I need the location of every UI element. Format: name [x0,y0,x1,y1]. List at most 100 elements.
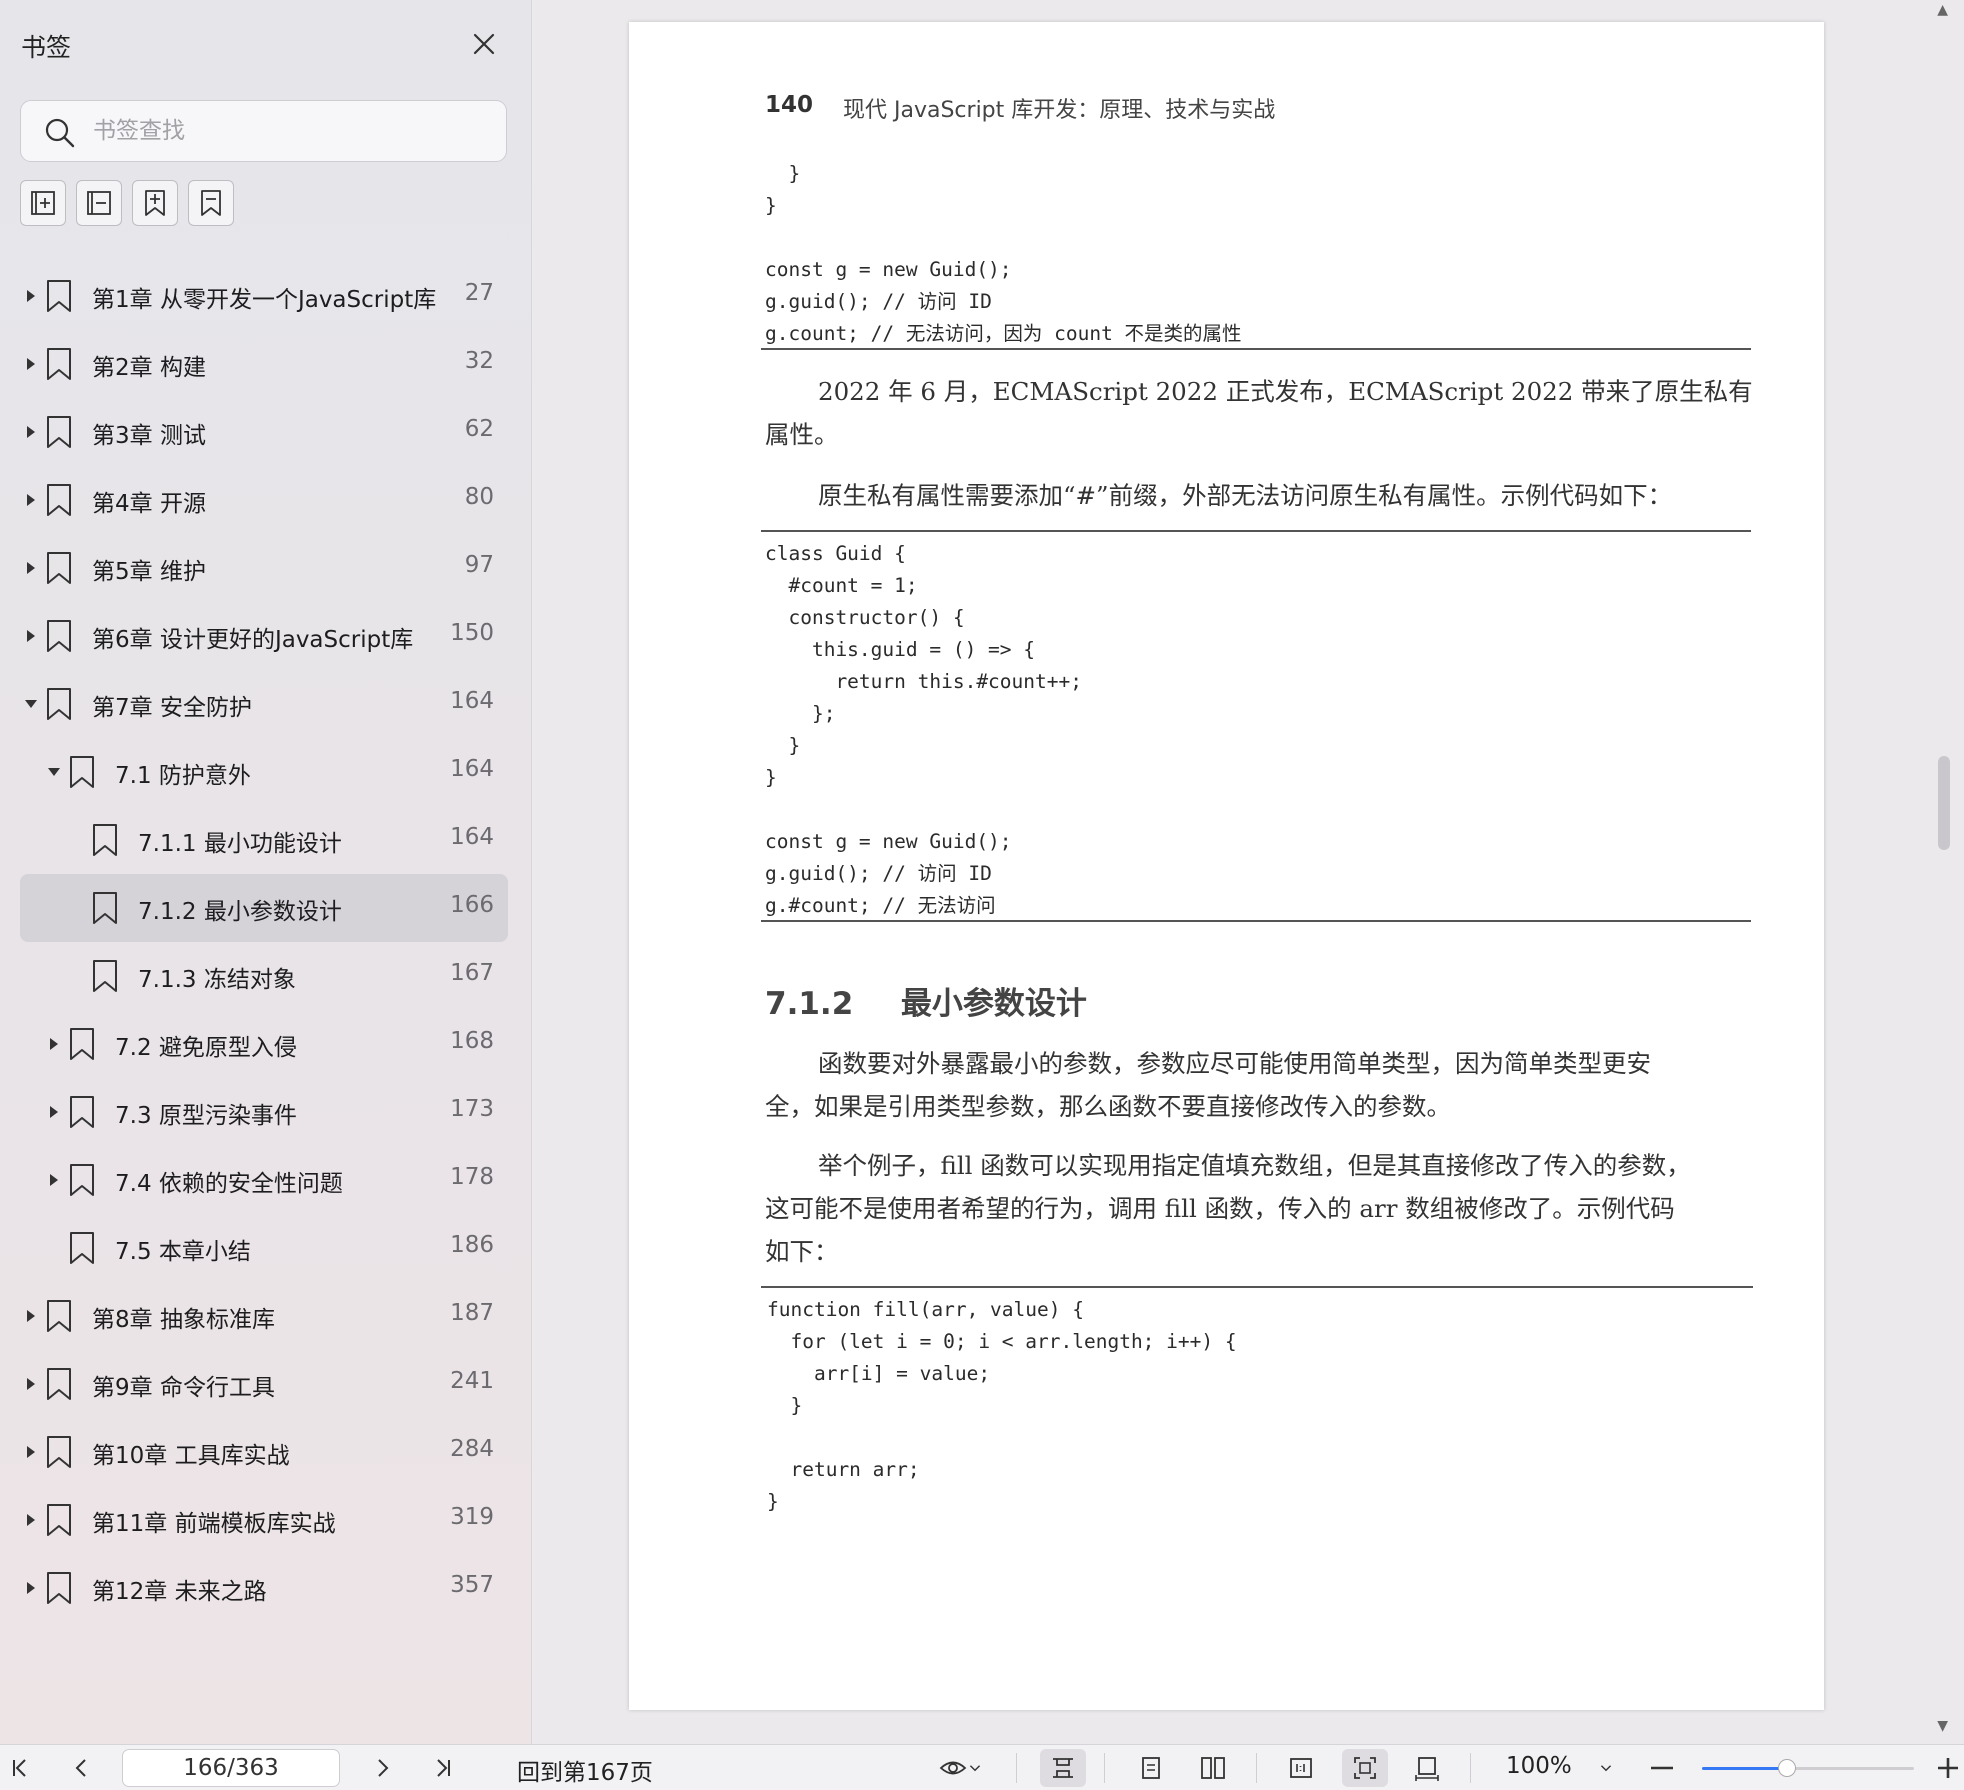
code-rule [761,920,1751,922]
bookmark-page-number: 97 [464,552,494,578]
bookmark-item[interactable]: 7.1.3 冻结对象 167 [20,942,508,1010]
code-block: function fill(arr, value) { for (let i =… [767,1298,1237,1513]
zoom-out-button[interactable] [1644,1745,1680,1790]
bookmark-item[interactable]: 第2章 构建 32 [20,330,508,398]
close-icon [473,33,495,55]
triangle-right-icon[interactable] [24,287,38,305]
chevron-down-icon [1600,1765,1612,1772]
scroll-down-arrow[interactable]: ▼ [1937,1718,1948,1734]
bookmark-toolbar [20,180,234,226]
bookmark-page-number: 80 [464,484,494,510]
bookmark-item[interactable]: 第9章 命令行工具 241 [20,1350,508,1418]
bookmark-item[interactable]: 第1章 从零开发一个JavaScript库 27 [20,262,508,330]
bookmark-item[interactable]: 第5章 维护 97 [20,534,508,602]
triangle-right-icon[interactable] [24,627,38,645]
chevron-down-icon [969,1765,981,1772]
bookmark-item[interactable]: 7.2 避免原型入侵 168 [20,1010,508,1078]
two-page-icon [1201,1757,1225,1779]
bookmark-search-input[interactable] [93,111,493,151]
close-sidebar-button[interactable] [466,26,502,62]
eye-icon [939,1761,967,1775]
fit-page-button[interactable] [1342,1749,1388,1787]
zoom-dropdown-toggle[interactable] [1592,1745,1620,1790]
bookmark-page-number: 62 [464,416,494,442]
bookmark-label: 第10章 工具库实战 [92,1443,290,1469]
scroll-up-arrow[interactable]: ▲ [1937,2,1948,18]
back-to-page-button[interactable]: 回到第167页 [517,1753,653,1787]
last-page-button[interactable] [424,1745,464,1790]
add-bookmark-button[interactable] [132,180,178,226]
triangle-right-icon[interactable] [24,1443,38,1461]
sidebar-title: 书签 [21,33,72,62]
bookmark-item[interactable]: 第3章 测试 62 [20,398,508,466]
bookmark-item[interactable]: 7.3 原型污染事件 173 [20,1078,508,1146]
triangle-right-icon[interactable] [24,491,38,509]
bookmark-item[interactable]: 第6章 设计更好的JavaScript库 150 [20,602,508,670]
bookmark-icon [47,1572,71,1604]
first-page-icon [13,1759,26,1777]
triangle-right-icon[interactable] [24,423,38,441]
bookmark-item[interactable]: 第7章 安全防护 164 [20,670,508,738]
bookmark-icon [47,280,71,312]
zoom-slider[interactable] [1702,1759,1914,1777]
bookmark-label: 7.1.3 冻结对象 [138,967,296,993]
bookmark-item[interactable]: 第11章 前端模板库实战 319 [20,1486,508,1554]
page-number: 140 [765,92,814,118]
bookmark-page-number: 241 [450,1368,494,1394]
page-number-input[interactable] [122,1749,340,1787]
bookmark-item[interactable]: 7.4 依赖的安全性问题 178 [20,1146,508,1214]
bookmark-item[interactable]: 7.1.1 最小功能设计 164 [20,806,508,874]
view-mode-dropdown[interactable] [930,1745,992,1790]
bookmark-item[interactable]: 7.5 本章小结 186 [20,1214,508,1282]
bookmark-item[interactable]: 第4章 开源 80 [20,466,508,534]
zoom-in-button[interactable] [1932,1745,1964,1790]
paragraph: 原生私有属性需要添加“#”前缀，外部无法访问原生私有属性。示例代码如下： [818,481,1673,510]
bookmark-label: 第11章 前端模板库实战 [92,1511,336,1537]
triangle-right-icon[interactable] [24,1511,38,1529]
bookmark-item[interactable]: 7.1 防护意外 164 [20,738,508,806]
actual-size-icon [1290,1758,1312,1778]
plus-icon [1938,1758,1958,1778]
single-page-button[interactable] [1128,1745,1174,1790]
triangle-down-icon[interactable] [47,763,61,781]
collapse-all-icon [87,191,111,215]
collapse-all-button[interactable] [76,180,122,226]
zoom-slider-knob[interactable] [1777,1759,1796,1777]
remove-bookmark-button[interactable] [188,180,234,226]
continuous-scroll-button[interactable] [1040,1749,1086,1787]
fit-width-button[interactable] [1404,1745,1450,1790]
actual-size-button[interactable] [1278,1745,1324,1790]
triangle-right-icon[interactable] [24,1307,38,1325]
previous-page-button[interactable] [62,1745,102,1790]
triangle-right-icon[interactable] [47,1103,61,1121]
expand-all-icon [31,191,55,215]
triangle-down-icon[interactable] [24,695,38,713]
triangle-right-icon[interactable] [24,559,38,577]
bookmark-page-number: 173 [450,1096,494,1122]
bookmark-item[interactable]: 第8章 抽象标准库 187 [20,1282,508,1350]
first-page-button[interactable] [0,1745,38,1790]
zoom-level-dropdown[interactable]: 100% [1506,1753,1572,1779]
bookmark-item[interactable]: 第12章 未来之路 357 [20,1554,508,1622]
bookmark-search-box[interactable] [20,100,507,162]
bookmark-icon [47,1300,71,1332]
expand-all-button[interactable] [20,180,66,226]
triangle-right-icon[interactable] [47,1035,61,1053]
bookmark-icon [70,1096,94,1128]
bookmark-item[interactable]: 7.1.2 最小参数设计 166 [20,874,508,942]
triangle-right-icon[interactable] [47,1171,61,1189]
bookmark-page-number: 150 [450,620,494,646]
document-viewport[interactable]: 140 现代 JavaScript 库开发：原理、技术与实战 } } const… [533,0,1964,1744]
triangle-right-icon[interactable] [24,1375,38,1393]
bookmark-icon [47,688,71,720]
two-page-button[interactable] [1190,1745,1236,1790]
remove-bookmark-icon [201,190,221,216]
triangle-right-icon[interactable] [24,1579,38,1597]
bookmark-item[interactable]: 第10章 工具库实战 284 [20,1418,508,1486]
bookmark-icon [47,1368,71,1400]
bookmark-page-number: 167 [450,960,494,986]
vertical-scrollbar-thumb[interactable] [1938,756,1950,850]
paragraph-line: 这可能不是使用者希望的行为，调用 fill 函数，传入的 arr 数组被修改了。… [765,1194,1675,1223]
triangle-right-icon[interactable] [24,355,38,373]
next-page-button[interactable] [362,1745,402,1790]
